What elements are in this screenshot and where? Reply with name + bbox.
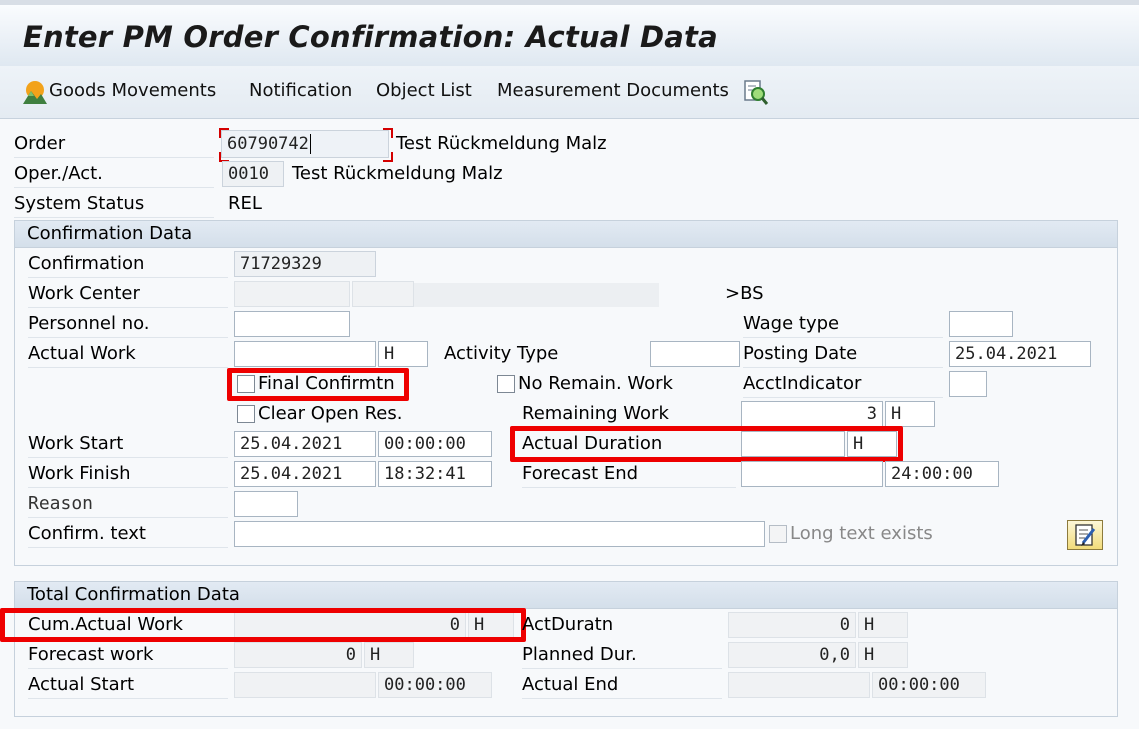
cum-actual-work-highlight bbox=[0, 608, 526, 642]
activity-type-label: Activity Type bbox=[444, 343, 559, 364]
work-finish-date-field[interactable]: 25.04.2021 bbox=[234, 461, 376, 487]
remaining-work-unit-field[interactable]: H bbox=[885, 401, 935, 427]
wage-type-label: Wage type bbox=[743, 313, 943, 338]
system-status-label: System Status bbox=[14, 193, 214, 218]
actual-duration-highlight bbox=[510, 426, 903, 462]
system-status-value: REL bbox=[228, 193, 262, 214]
remaining-work-field[interactable]: 3 bbox=[741, 401, 883, 427]
activity-type-field[interactable] bbox=[650, 341, 740, 367]
goods-movements-button[interactable]: Goods Movements bbox=[49, 80, 216, 101]
forecast-work-field: 0 bbox=[234, 642, 362, 668]
no-remain-work-checkbox[interactable] bbox=[497, 375, 515, 393]
confirmation-label: Confirmation bbox=[28, 253, 228, 278]
focus-corner bbox=[219, 128, 229, 138]
actual-end-time-field: 00:00:00 bbox=[872, 672, 986, 698]
act-duratn-unit-field: H bbox=[858, 612, 908, 638]
measurement-documents-button[interactable]: Measurement Documents bbox=[497, 80, 729, 101]
actual-start-date-field bbox=[234, 672, 376, 698]
edit-long-text-button[interactable] bbox=[1067, 520, 1103, 550]
object-list-button[interactable]: Object List bbox=[376, 80, 472, 101]
order-field[interactable]: 60790742 bbox=[221, 130, 389, 158]
confirmation-data-header: Confirmation Data bbox=[15, 221, 1117, 248]
work-center-plant-field[interactable] bbox=[352, 281, 414, 307]
work-center-description-redacted bbox=[414, 283, 659, 307]
actual-work-label: Actual Work bbox=[28, 343, 228, 368]
personnel-label: Personnel no. bbox=[28, 313, 228, 338]
acct-indicator-label: AcctIndicator bbox=[743, 373, 943, 398]
act-duratn-label: ActDuratn bbox=[522, 614, 614, 635]
page-title: Enter PM Order Confirmation: Actual Data bbox=[23, 20, 718, 54]
actual-start-time-field: 00:00:00 bbox=[378, 672, 492, 698]
wage-type-field[interactable] bbox=[949, 311, 1013, 337]
act-duratn-field: 0 bbox=[728, 612, 856, 638]
edit-note-icon bbox=[1075, 524, 1096, 546]
oper-act-label: Oper./Act. bbox=[14, 163, 214, 188]
clear-open-res-checkbox[interactable] bbox=[237, 405, 255, 423]
confirm-text-field[interactable] bbox=[234, 521, 765, 547]
planned-dur-field: 0,0 bbox=[728, 642, 856, 668]
forecast-end-date-field[interactable] bbox=[741, 461, 883, 487]
work-start-date-field[interactable]: 25.04.2021 bbox=[234, 431, 376, 457]
forecast-end-time-field[interactable]: 24:00:00 bbox=[885, 461, 999, 487]
personnel-field[interactable] bbox=[234, 311, 350, 337]
reason-field[interactable] bbox=[234, 491, 298, 517]
focus-corner bbox=[383, 152, 393, 162]
forecast-work-unit-field: H bbox=[364, 642, 414, 668]
actual-end-label: Actual End bbox=[522, 674, 722, 699]
remaining-work-label: Remaining Work bbox=[522, 403, 736, 428]
work-center-field[interactable] bbox=[234, 281, 350, 307]
actual-end-date-field bbox=[728, 672, 870, 698]
forecast-end-label: Forecast End bbox=[522, 463, 736, 488]
focus-corner bbox=[383, 128, 393, 138]
long-text-exists-checkbox bbox=[769, 525, 787, 543]
total-confirmation-data-header: Total Confirmation Data bbox=[15, 582, 1117, 609]
oper-act-description: Test Rückmeldung Malz bbox=[292, 163, 503, 184]
order-label: Order bbox=[14, 133, 214, 158]
work-center-suffix: >BS bbox=[725, 283, 764, 304]
order-description: Test Rückmeldung Malz bbox=[396, 133, 607, 154]
actual-start-label: Actual Start bbox=[28, 674, 228, 699]
reason-label: Reason bbox=[28, 493, 228, 518]
posting-date-label: Posting Date bbox=[743, 343, 943, 368]
work-center-label: Work Center bbox=[28, 283, 228, 308]
work-finish-time-field[interactable]: 18:32:41 bbox=[378, 461, 492, 487]
posting-date-field[interactable]: 25.04.2021 bbox=[949, 341, 1091, 367]
no-remain-work-label: No Remain. Work bbox=[518, 373, 673, 394]
confirmation-field[interactable]: 71729329 bbox=[234, 251, 376, 277]
long-text-exists-label: Long text exists bbox=[790, 523, 933, 544]
order-value: 60790742 bbox=[227, 134, 309, 154]
goods-movements-icon[interactable] bbox=[22, 79, 48, 105]
clear-open-res-label: Clear Open Res. bbox=[258, 403, 403, 424]
document-search-icon[interactable] bbox=[742, 79, 770, 107]
actual-work-unit-field[interactable]: H bbox=[378, 341, 428, 367]
work-start-time-field[interactable]: 00:00:00 bbox=[378, 431, 492, 457]
forecast-work-label: Forecast work bbox=[28, 644, 228, 669]
final-confirmation-highlight bbox=[227, 368, 409, 401]
work-start-label: Work Start bbox=[28, 433, 228, 458]
oper-act-field[interactable]: 0010 bbox=[222, 161, 284, 187]
confirm-text-label: Confirm. text bbox=[28, 523, 228, 548]
planned-dur-unit-field: H bbox=[858, 642, 908, 668]
notification-button[interactable]: Notification bbox=[249, 80, 352, 101]
actual-work-field[interactable] bbox=[234, 341, 376, 367]
acct-indicator-field[interactable] bbox=[949, 371, 987, 397]
work-finish-label: Work Finish bbox=[28, 463, 228, 488]
planned-dur-label: Planned Dur. bbox=[522, 644, 722, 669]
